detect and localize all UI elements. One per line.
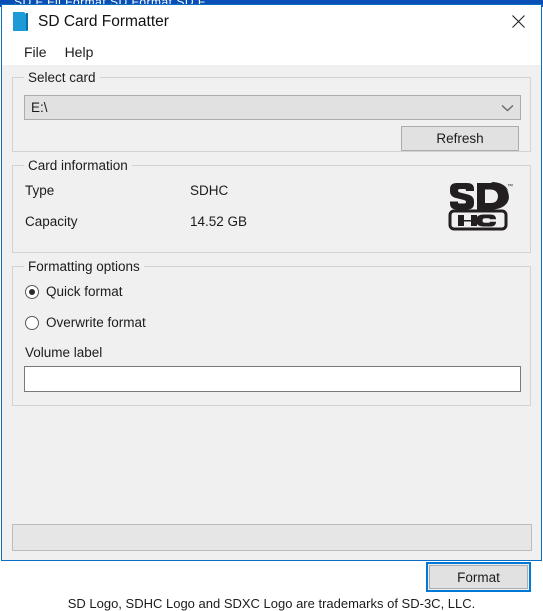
sdhc-logo: ™ xyxy=(448,182,513,231)
close-icon xyxy=(511,14,525,28)
menubar: File Help xyxy=(2,38,541,65)
close-button[interactable] xyxy=(495,5,541,37)
formatting-options-group: Formatting options Quick format Overwrit… xyxy=(12,259,531,406)
select-card-legend: Select card xyxy=(24,70,100,85)
drive-select[interactable]: E:\ xyxy=(24,95,521,120)
radio-overwrite-format[interactable]: Overwrite format xyxy=(25,315,146,330)
progress-bar xyxy=(12,524,532,551)
volume-label-caption: Volume label xyxy=(25,345,103,360)
card-capacity-label: Capacity xyxy=(25,214,78,229)
format-button[interactable]: Format xyxy=(429,565,528,589)
dialog-client-area: Select card E:\ Refresh Card information… xyxy=(2,65,541,611)
window-title: SD Card Formatter xyxy=(38,12,169,30)
radio-overwrite-format-indicator xyxy=(25,315,39,330)
radio-quick-format-indicator xyxy=(25,284,39,299)
radio-quick-format[interactable]: Quick format xyxy=(25,284,123,299)
svg-text:™: ™ xyxy=(507,183,513,190)
card-type-label: Type xyxy=(25,183,55,198)
refresh-button[interactable]: Refresh xyxy=(401,126,519,151)
menu-item-help[interactable]: Help xyxy=(56,42,103,62)
format-button-focus-ring: Format xyxy=(426,562,531,592)
sd-card-icon xyxy=(13,12,28,31)
volume-label-input[interactable] xyxy=(24,366,521,392)
card-capacity-value: 14.52 GB xyxy=(190,214,248,229)
card-type-value: SDHC xyxy=(190,183,229,198)
menu-item-file[interactable]: File xyxy=(15,42,56,62)
radio-overwrite-format-label: Overwrite format xyxy=(46,315,146,330)
card-information-group: Card information Type SDHC Capacity 14.5… xyxy=(12,158,531,253)
card-information-legend: Card information xyxy=(24,158,132,173)
radio-quick-format-label: Quick format xyxy=(46,284,123,299)
drive-select-value: E:\ xyxy=(31,100,48,115)
select-card-group: Select card E:\ Refresh xyxy=(12,70,531,152)
chevron-down-icon xyxy=(494,104,520,112)
trademark-notice: SD Logo, SDHC Logo and SDXC Logo are tra… xyxy=(67,596,476,611)
sd-card-formatter-window: SD Card Formatter File Help Select card … xyxy=(1,4,542,611)
titlebar: SD Card Formatter xyxy=(2,5,541,38)
formatting-options-legend: Formatting options xyxy=(24,259,144,274)
